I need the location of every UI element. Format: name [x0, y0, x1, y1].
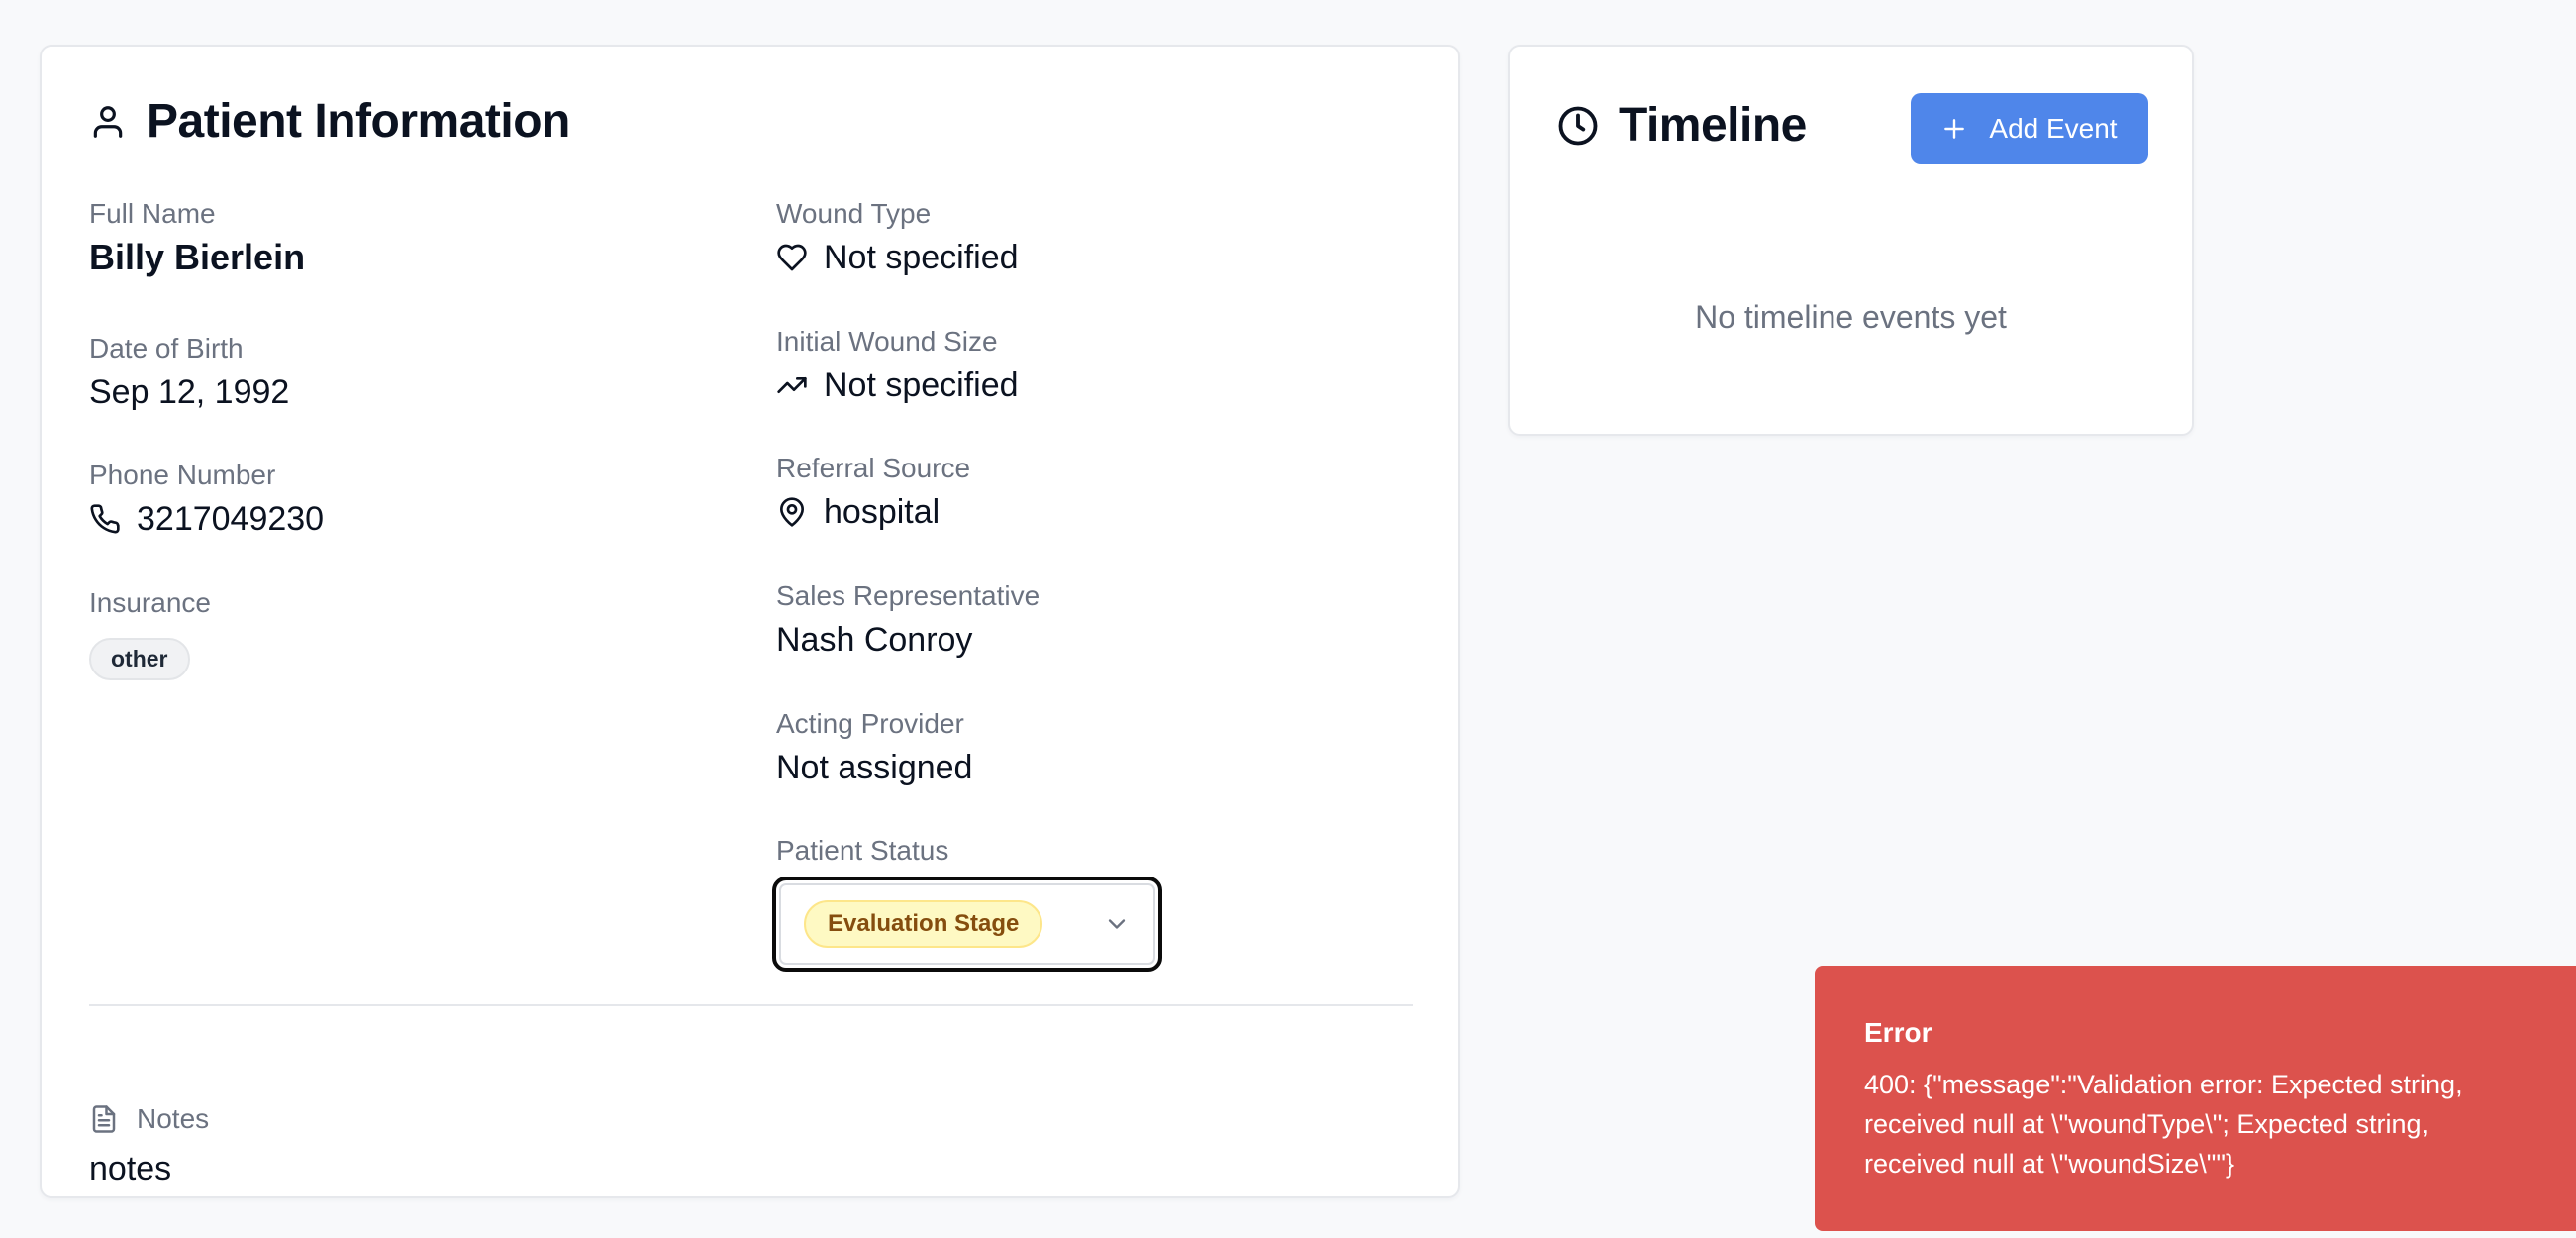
- sales-rep-value: Nash Conroy: [776, 621, 973, 659]
- phone-icon: [90, 504, 120, 534]
- trending-up-icon: [777, 377, 807, 393]
- add-event-label: Add Event: [1989, 113, 2118, 144]
- notes-field: Notes notes: [89, 1102, 209, 1189]
- timeline-title: Timeline: [1619, 99, 1807, 152]
- phone-value: 3217049230: [137, 500, 325, 538]
- full-name-label: Full Name: [89, 198, 216, 229]
- toast-title: Error: [1864, 1017, 1932, 1048]
- insurance-label: Insurance: [89, 587, 211, 618]
- wound-size-value: Not specified: [824, 366, 1019, 404]
- error-toast[interactable]: Error 400: {"message":"Validation error:…: [1815, 966, 2576, 1231]
- wound-type-value-row: Not specified: [776, 237, 1019, 278]
- timeline-empty-message: No timeline events yet: [1695, 299, 2007, 335]
- acting-provider-field: Acting Provider Not assigned: [776, 707, 972, 788]
- heart-icon: [777, 244, 807, 271]
- acting-provider-value: Not assigned: [776, 749, 973, 786]
- insurance-badge: other: [89, 638, 190, 680]
- wound-size-label: Initial Wound Size: [776, 326, 998, 357]
- clock-icon: [1558, 106, 1598, 145]
- notes-value: notes: [89, 1150, 172, 1187]
- wound-size-value-row: Not specified: [776, 364, 1019, 406]
- referral-source-label: Referral Source: [776, 453, 971, 483]
- phone-field: Phone Number 3217049230: [89, 459, 324, 540]
- add-event-button[interactable]: Add Event: [1911, 93, 2148, 164]
- full-name-value: Billy Bierlein: [89, 237, 306, 277]
- dob-label: Date of Birth: [89, 333, 244, 363]
- insurance-field: Insurance other: [89, 586, 211, 680]
- sales-rep-field: Sales Representative Nash Conroy: [776, 579, 1040, 661]
- wound-size-field: Initial Wound Size Not specified: [776, 325, 1019, 406]
- wound-type-field: Wound Type Not specified: [776, 197, 1019, 278]
- wound-type-label: Wound Type: [776, 198, 932, 229]
- timeline-header: Timeline: [1557, 98, 1807, 153]
- divider: [89, 1004, 1413, 1006]
- page-title: Patient Information: [147, 95, 570, 148]
- sales-rep-label: Sales Representative: [776, 580, 1040, 611]
- file-text-icon: [92, 1105, 116, 1133]
- full-name-field: Full Name Billy Bierlein: [89, 197, 305, 278]
- notes-label-row: Notes: [89, 1102, 209, 1136]
- referral-source-value: hospital: [824, 493, 941, 531]
- referral-source-field: Referral Source hospital: [776, 452, 970, 533]
- referral-source-value-row: hospital: [776, 491, 970, 533]
- chevron-down-icon: [1108, 919, 1126, 929]
- phone-value-row: 3217049230: [89, 498, 324, 540]
- phone-label: Phone Number: [89, 460, 276, 490]
- patient-status-select[interactable]: Evaluation Stage: [772, 877, 1162, 972]
- patient-information-card: Patient Information Full Name Billy Bier…: [40, 45, 1460, 1198]
- patient-status-field: Patient Status: [776, 834, 948, 868]
- plus-icon: [1944, 119, 1965, 139]
- map-pin-icon: [780, 497, 804, 527]
- patient-status-label: Patient Status: [776, 835, 949, 866]
- acting-provider-label: Acting Provider: [776, 708, 964, 739]
- status-badge: Evaluation Stage: [804, 900, 1043, 948]
- user-icon: [93, 105, 123, 138]
- wound-type-value: Not specified: [824, 239, 1019, 276]
- toast-message: 400: {"message":"Validation error: Expec…: [1864, 1070, 2463, 1179]
- timeline-card: Timeline Add Event No timeline events ye…: [1508, 45, 2194, 436]
- patient-information-header: Patient Information: [89, 94, 570, 149]
- dob-field: Date of Birth Sep 12, 1992: [89, 332, 289, 413]
- dob-value: Sep 12, 1992: [89, 373, 290, 411]
- notes-label: Notes: [137, 1103, 210, 1134]
